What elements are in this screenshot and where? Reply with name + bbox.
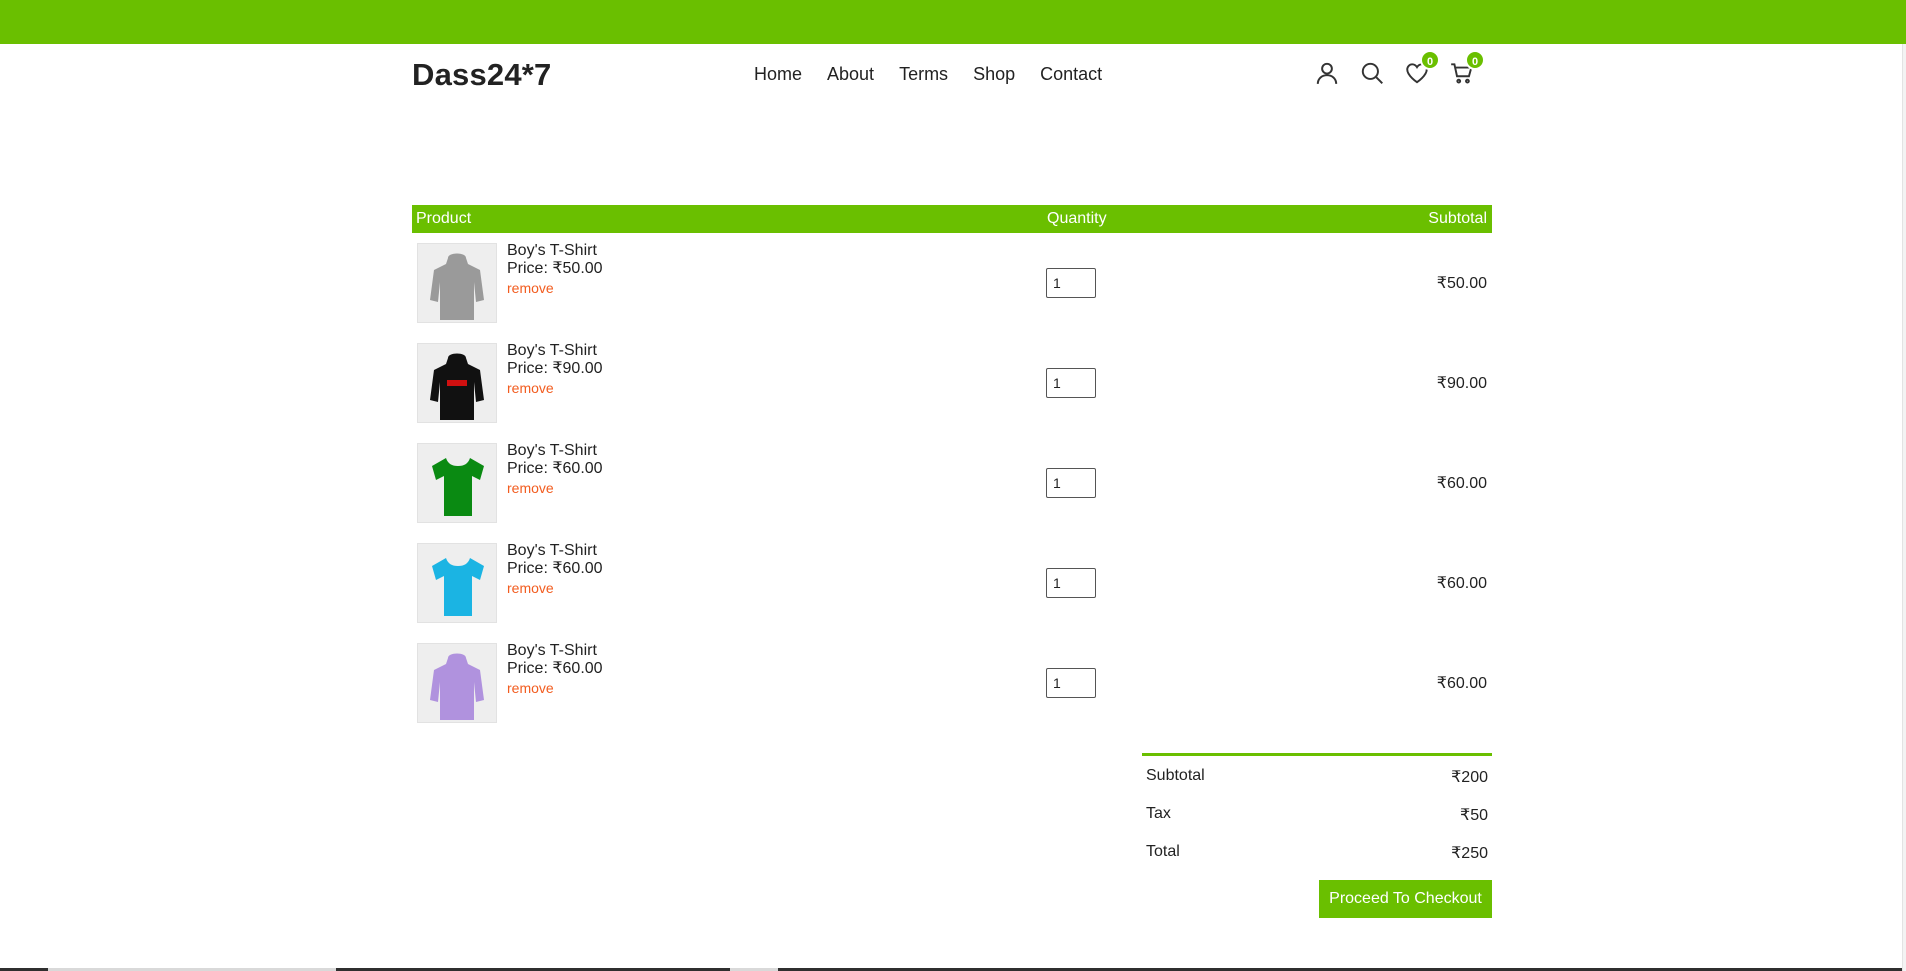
wishlist-heart-icon[interactable]: 0: [1404, 50, 1440, 88]
proceed-to-checkout-button[interactable]: Proceed To Checkout: [1319, 880, 1492, 918]
product-price: Price: ₹90.00: [507, 360, 603, 377]
totals-tax-value: ₹50: [1460, 807, 1488, 824]
top-green-bar: [0, 0, 1906, 44]
totals-tax-row: Tax ₹50: [1142, 794, 1492, 832]
cart-row: Boy's T-ShirtPrice: ₹50.00 remove ₹50.00: [412, 233, 1492, 333]
nav-home[interactable]: Home: [754, 64, 802, 85]
row-subtotal: ₹60.00: [1436, 675, 1487, 692]
main-nav: Home About Terms Shop Contact: [754, 64, 1102, 85]
quantity-input[interactable]: [1046, 468, 1096, 498]
remove-link[interactable]: remove: [507, 679, 603, 697]
quantity-input[interactable]: [1046, 268, 1096, 298]
row-subtotal: ₹90.00: [1436, 375, 1487, 392]
product-price: Price: ₹60.00: [507, 460, 603, 477]
cart-icon[interactable]: 0: [1449, 50, 1485, 88]
cart-row: Boy's T-ShirtPrice: ₹60.00 remove ₹60.00: [412, 533, 1492, 633]
row-subtotal: ₹50.00: [1436, 275, 1487, 292]
totals-total-label: Total: [1146, 843, 1180, 860]
site-logo[interactable]: Dass24*7: [412, 57, 552, 93]
nav-contact[interactable]: Contact: [1040, 64, 1102, 85]
remove-link[interactable]: remove: [507, 579, 603, 597]
product-image[interactable]: [417, 543, 497, 623]
column-header-quantity: Quantity: [1047, 210, 1107, 227]
totals-total-value: ₹250: [1451, 845, 1488, 862]
quantity-input[interactable]: [1046, 568, 1096, 598]
row-subtotal: ₹60.00: [1436, 575, 1487, 592]
product-price: Price: ₹50.00: [507, 260, 603, 277]
column-header-subtotal: Subtotal: [1428, 210, 1487, 227]
cart-table: Product Quantity Subtotal Boy's T-Shirt P…: [412, 205, 1492, 733]
product-info: Boy's T-Shirt Price: ₹60.00 remove: [507, 642, 603, 697]
quantity-input[interactable]: [1046, 368, 1096, 398]
product-price: Price: ₹60.00: [507, 560, 603, 577]
search-icon[interactable]: [1359, 60, 1387, 88]
cart-row: Boy's T-ShirtPrice: ₹60.00 remove ₹60.00: [412, 433, 1492, 533]
cart-row: Boy's T-ShirtPrice: ₹90.00 remove ₹90.00: [412, 333, 1492, 433]
nav-terms[interactable]: Terms: [899, 64, 948, 85]
column-header-product: Product: [416, 210, 472, 227]
remove-link[interactable]: remove: [507, 479, 603, 497]
product-name: Boy's T-Shirt: [507, 542, 597, 559]
product-name: Boy's T-Shirt: [507, 442, 597, 459]
totals-total-row: Total ₹250: [1142, 832, 1492, 870]
nav-about[interactable]: About: [827, 64, 874, 85]
product-info: Boy's T-Shirt Price: ₹60.00 remove: [507, 542, 603, 597]
cart-count-badge: 0: [1465, 50, 1485, 70]
product-name: Boy's T-Shirt: [507, 242, 597, 259]
product-price: Price: ₹60.00: [507, 660, 603, 677]
row-subtotal: ₹60.00: [1436, 475, 1487, 492]
scrollbar[interactable]: [1902, 44, 1906, 971]
product-name: Boy's T-Shirt: [507, 642, 597, 659]
remove-link[interactable]: remove: [507, 279, 603, 297]
header-icons: 0 0: [1314, 50, 1494, 92]
wishlist-count-badge: 0: [1420, 50, 1440, 70]
product-image[interactable]: [417, 243, 497, 323]
quantity-input[interactable]: [1046, 668, 1096, 698]
product-image[interactable]: [417, 343, 497, 423]
product-name: Boy's T-Shirt: [507, 342, 597, 359]
user-icon[interactable]: [1314, 60, 1342, 88]
remove-link[interactable]: remove: [507, 379, 603, 397]
cart-rows: Boy's T-ShirtPrice: ₹50.00remove₹50.00Bo…: [412, 233, 1492, 733]
product-info: Boy's T-Shirt Price: ₹60.00 remove: [507, 442, 603, 497]
cart-totals: Subtotal ₹200 Tax ₹50 Total ₹250: [1142, 753, 1492, 870]
nav-shop[interactable]: Shop: [973, 64, 1015, 85]
product-info: Boy's T-Shirt Price: ₹50.00 remove: [507, 242, 603, 297]
product-image[interactable]: [417, 443, 497, 523]
totals-subtotal-value: ₹200: [1451, 769, 1488, 786]
cart-row: Boy's T-ShirtPrice: ₹60.00 remove ₹60.00: [412, 633, 1492, 733]
cart-table-header: Product Quantity Subtotal: [412, 205, 1492, 233]
product-info: Boy's T-Shirt Price: ₹90.00 remove: [507, 342, 603, 397]
totals-tax-label: Tax: [1146, 805, 1171, 822]
totals-subtotal-row: Subtotal ₹200: [1142, 756, 1492, 794]
product-image[interactable]: [417, 643, 497, 723]
totals-subtotal-label: Subtotal: [1146, 767, 1205, 784]
